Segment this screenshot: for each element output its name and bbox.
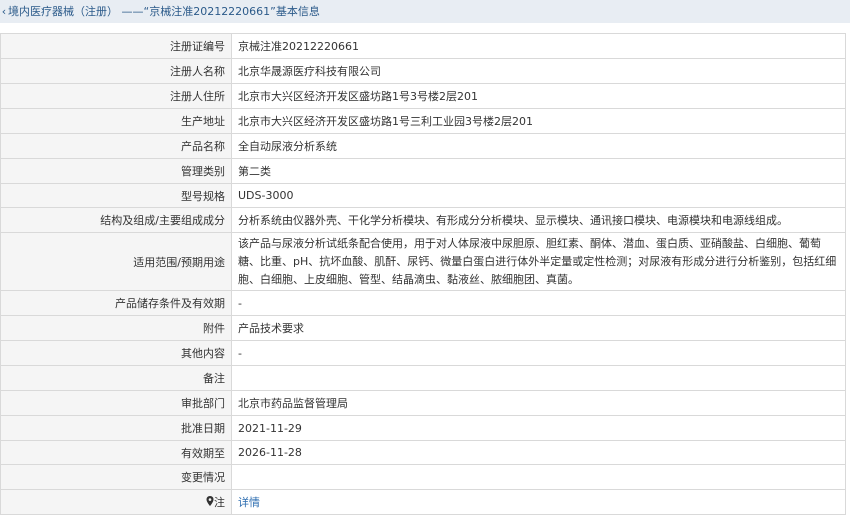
- field-label: 适用范围/预期用途: [0, 232, 232, 291]
- note-value-cell: 详情: [231, 489, 846, 515]
- field-value: 北京华晟源医疗科技有限公司: [231, 58, 846, 84]
- field-value: 该产品与尿液分析试纸条配合使用，用于对人体尿液中尿胆原、胆红素、酮体、潜血、蛋白…: [231, 232, 846, 291]
- field-value: -: [231, 340, 846, 366]
- info-table: 注册证编号 京械注准20212220661 注册人名称 北京华晟源医疗科技有限公…: [0, 33, 846, 515]
- field-value: 2021-11-29: [231, 415, 846, 441]
- table-row: 审批部门 北京市药品监督管理局: [0, 390, 846, 416]
- table-row: 变更情况: [0, 464, 846, 490]
- note-label-cell: 注: [0, 489, 232, 515]
- field-value: 全自动尿液分析系统: [231, 133, 846, 159]
- field-value: 京械注准20212220661: [231, 33, 846, 59]
- field-label: 注册人名称: [0, 58, 232, 84]
- field-value: [231, 464, 846, 490]
- table-row: 注册人住所 北京市大兴区经济开发区盛坊路1号3号楼2层201: [0, 83, 846, 109]
- field-label: 注册人住所: [0, 83, 232, 109]
- table-row: 注册证编号 京械注准20212220661: [0, 33, 846, 59]
- back-arrow-icon[interactable]: ‹: [0, 0, 8, 23]
- field-value: [231, 365, 846, 391]
- table-row: 生产地址 北京市大兴区经济开发区盛坊路1号三利工业园3号楼2层201: [0, 108, 846, 134]
- field-label: 管理类别: [0, 158, 232, 184]
- field-label: 型号规格: [0, 183, 232, 208]
- table-row: 型号规格 UDS-3000: [0, 183, 846, 208]
- field-value: 分析系统由仪器外壳、干化学分析模块、有形成分分析模块、显示模块、通讯接口模块、电…: [231, 207, 846, 233]
- table-row: 有效期至 2026-11-28: [0, 440, 846, 465]
- field-label: 生产地址: [0, 108, 232, 134]
- table-row: 产品储存条件及有效期 -: [0, 290, 846, 316]
- table-row: 批准日期 2021-11-29: [0, 415, 846, 441]
- table-row: 附件 产品技术要求: [0, 315, 846, 341]
- field-label: 备注: [0, 365, 232, 391]
- field-value: 2026-11-28: [231, 440, 846, 465]
- field-value: 北京市大兴区经济开发区盛坊路1号3号楼2层201: [231, 83, 846, 109]
- field-label: 有效期至: [0, 440, 232, 465]
- field-value: -: [231, 290, 846, 316]
- table-row: 结构及组成/主要组成成分 分析系统由仪器外壳、干化学分析模块、有形成分分析模块、…: [0, 207, 846, 233]
- table-row: 其他内容 -: [0, 340, 846, 366]
- field-label: 其他内容: [0, 340, 232, 366]
- map-pin-icon: [203, 496, 214, 509]
- field-value: UDS-3000: [231, 183, 846, 208]
- field-label: 结构及组成/主要组成成分: [0, 207, 232, 233]
- field-label: 产品名称: [0, 133, 232, 159]
- field-value: 第二类: [231, 158, 846, 184]
- table-row: 产品名称 全自动尿液分析系统: [0, 133, 846, 159]
- field-value: 北京市大兴区经济开发区盛坊路1号三利工业园3号楼2层201: [231, 108, 846, 134]
- note-row: 注 详情: [0, 489, 846, 515]
- field-value: 北京市药品监督管理局: [231, 390, 846, 416]
- table-row: 注册人名称 北京华晟源医疗科技有限公司: [0, 58, 846, 84]
- field-label: 注册证编号: [0, 33, 232, 59]
- note-label: 注: [214, 496, 225, 509]
- table-row: 管理类别 第二类: [0, 158, 846, 184]
- field-label: 产品储存条件及有效期: [0, 290, 232, 316]
- details-link[interactable]: 详情: [238, 496, 260, 509]
- field-label: 附件: [0, 315, 232, 341]
- page-header: ‹ 境内医疗器械（注册） ——“京械注准20212220661”基本信息: [0, 0, 850, 23]
- field-value: 产品技术要求: [231, 315, 846, 341]
- table-row: 适用范围/预期用途 该产品与尿液分析试纸条配合使用，用于对人体尿液中尿胆原、胆红…: [0, 232, 846, 291]
- field-label: 变更情况: [0, 464, 232, 490]
- page-title: 境内医疗器械（注册） ——“京械注准20212220661”基本信息: [8, 5, 320, 18]
- field-label: 批准日期: [0, 415, 232, 441]
- table-row: 备注: [0, 365, 846, 391]
- field-label: 审批部门: [0, 390, 232, 416]
